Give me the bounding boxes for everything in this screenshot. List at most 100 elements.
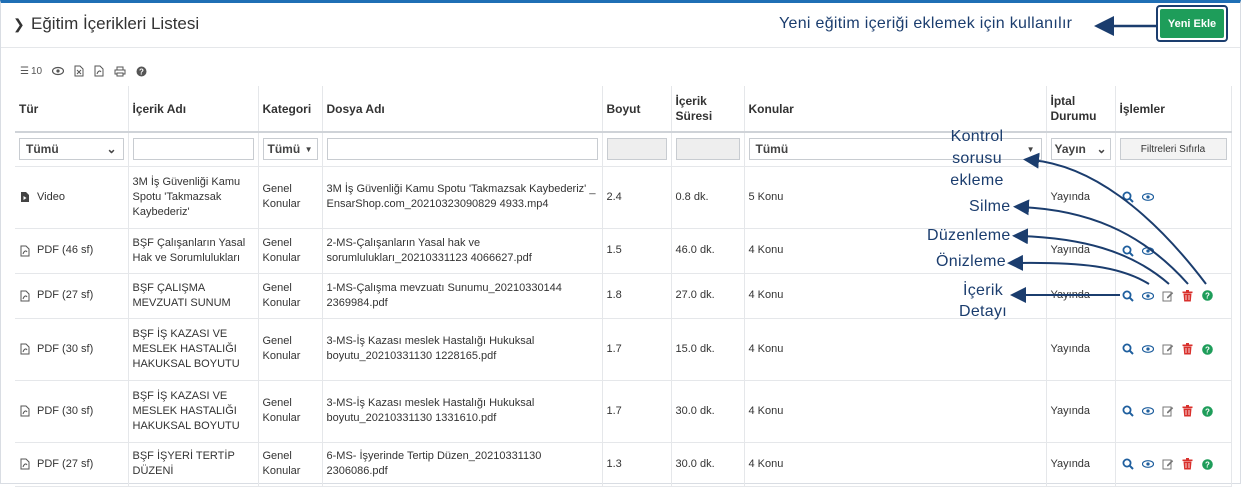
eye-icon[interactable] — [52, 66, 65, 76]
cell-topics: 4 Konu — [744, 442, 1047, 487]
col-type[interactable]: Tür — [15, 86, 129, 133]
add-new-button[interactable]: Yeni Ekle — [1160, 9, 1224, 38]
col-duration-line2: Süresi — [675, 108, 713, 123]
reset-filters-button[interactable]: Filtreleri Sıfırla — [1119, 138, 1227, 161]
type-label: PDF (27 sf) — [37, 289, 94, 301]
category-filter-select[interactable]: Tümü ▼ — [262, 138, 318, 161]
search-icon[interactable] — [1122, 290, 1134, 302]
search-icon[interactable] — [1122, 458, 1134, 470]
callout-detail-line2: Detayı — [958, 303, 1008, 320]
col-size[interactable]: Boyut — [602, 86, 672, 133]
cell-status: Yayında — [1046, 273, 1116, 319]
cell-category: Genel Konular — [258, 228, 323, 274]
edit-icon[interactable] — [1162, 343, 1174, 355]
eye-icon[interactable] — [1141, 405, 1154, 417]
trash-icon[interactable] — [1182, 343, 1194, 355]
trash-icon[interactable] — [1182, 405, 1194, 417]
cell-type: PDF (27 sf) — [15, 442, 129, 487]
table-row: Video 3M İş Güvenliği Kamu Spotu 'Takmazs… — [15, 166, 1232, 229]
list-icon: ☰ — [20, 65, 29, 77]
table-row: PDF (30 sf) BŞF İŞ KAZASI VE MESLEK HASTA… — [15, 318, 1232, 381]
eye-icon[interactable] — [1141, 290, 1154, 302]
page-size-control[interactable]: ☰ 10 — [20, 66, 42, 77]
col-duration[interactable]: İçerik Süresi — [671, 86, 745, 133]
table-row: PDF (27 sf) BŞF ÇALIŞMA MEVZUATI SUNUM Gen… — [15, 273, 1232, 319]
cell-name: BŞF İŞYERİ TERTİP DÜZENİ — [128, 442, 259, 487]
cell-type: PDF (30 sf) — [15, 380, 129, 443]
edit-icon[interactable] — [1162, 458, 1174, 470]
edit-icon[interactable] — [1162, 290, 1174, 302]
duration-filter-input[interactable] — [675, 138, 740, 161]
cell-status: Yayında — [1046, 442, 1116, 487]
cell-name: BŞF İŞ KAZASI VE MESLEK HASTALIĞI HAKUKS… — [128, 380, 259, 443]
callout-control-line2: sorusu — [952, 150, 1002, 167]
col-actions: İşlemler — [1115, 86, 1232, 133]
cell-file: 3-MS-İş Kazası meslek Hastalığı Hukuksal… — [322, 380, 603, 443]
col-category[interactable]: Kategori — [258, 86, 323, 133]
callout-preview: Önizleme — [936, 253, 1006, 270]
chevron-down-icon: ⌄ — [106, 142, 117, 157]
cell-duration: 30.0 dk. — [671, 380, 745, 443]
col-status[interactable]: İptal Durumu — [1046, 86, 1116, 133]
chevron-right-icon[interactable]: ❯ — [13, 16, 25, 33]
type-filter-select[interactable]: Tümü ⌄ — [19, 138, 124, 161]
cell-duration: 30.0 dk. — [671, 442, 745, 487]
name-filter-input[interactable] — [132, 138, 254, 161]
cell-file: 3-MS-İş Kazası meslek Hastalığı Hukuksal… — [322, 318, 603, 381]
cell-actions — [1115, 228, 1232, 274]
cell-status: Yayında — [1046, 166, 1116, 229]
help-circle-icon[interactable]: ? — [1202, 458, 1214, 470]
help-circle-icon[interactable]: ? — [1202, 343, 1214, 355]
status-filter-select[interactable]: Yayın ⌄ — [1050, 138, 1111, 161]
video-file-icon — [19, 191, 31, 203]
cell-duration: 46.0 dk. — [671, 228, 745, 274]
cell-type: PDF (30 sf) — [15, 318, 129, 381]
edit-icon[interactable] — [1162, 405, 1174, 417]
search-icon[interactable] — [1122, 191, 1134, 203]
table-header-row: Tür İçerik Adı Kategori Dosya Adı Boyut … — [15, 86, 1232, 133]
cell-type: PDF (46 sf) — [15, 228, 129, 274]
file-filter-input[interactable] — [326, 138, 598, 161]
type-filter-value: Tümü — [26, 142, 59, 157]
callout-control-question: Kontrol sorusu ekleme — [948, 126, 1006, 192]
pdf-icon[interactable] — [94, 65, 104, 77]
caret-down-icon: ▼ — [304, 144, 313, 154]
col-name[interactable]: İçerik Adı — [128, 86, 259, 133]
callout-delete: Silme — [969, 198, 1011, 215]
search-icon[interactable] — [1122, 405, 1134, 417]
print-icon[interactable] — [114, 66, 126, 77]
cell-actions: ? — [1115, 380, 1232, 443]
col-file[interactable]: Dosya Adı — [322, 86, 603, 133]
eye-icon[interactable] — [1141, 458, 1154, 470]
excel-icon[interactable] — [74, 65, 84, 77]
eye-icon[interactable] — [1141, 191, 1154, 203]
cell-duration: 0.8 dk. — [671, 166, 745, 229]
add-button-highlight: Yeni Ekle — [1156, 5, 1228, 42]
cell-duration: 27.0 dk. — [671, 273, 745, 319]
trash-icon[interactable] — [1182, 458, 1194, 470]
help-circle-icon[interactable]: ? — [1202, 405, 1214, 417]
cell-duration: 15.0 dk. — [671, 318, 745, 381]
callout-add: Yeni eğitim içeriği eklemek için kullanı… — [779, 15, 1073, 32]
status-filter-value: Yayın — [1054, 142, 1086, 157]
trash-icon[interactable] — [1182, 289, 1194, 302]
cell-category: Genel Konular — [258, 318, 323, 381]
callout-control-line3: ekleme — [950, 172, 1004, 189]
search-icon[interactable] — [1122, 245, 1134, 257]
cell-actions: ? — [1115, 318, 1232, 381]
help-icon[interactable]: ? — [136, 66, 147, 77]
cell-category: Genel Konular — [258, 442, 323, 487]
cell-actions: ? — [1115, 273, 1232, 319]
cell-status: Yayında — [1046, 318, 1116, 381]
cell-status: Yayında — [1046, 380, 1116, 443]
content-table: Tür İçerik Adı Kategori Dosya Adı Boyut … — [15, 86, 1232, 487]
cell-size: 1.7 — [602, 380, 672, 443]
help-circle-icon[interactable]: ? — [1202, 290, 1214, 302]
search-icon[interactable] — [1122, 343, 1134, 355]
eye-icon[interactable] — [1141, 343, 1154, 355]
eye-icon[interactable] — [1141, 245, 1154, 257]
cell-status: Yayında — [1046, 228, 1116, 274]
size-filter-input[interactable] — [606, 138, 667, 161]
cell-category: Genel Konular — [258, 273, 323, 319]
table-row: PDF (46 sf) BŞF Çalışanların Yasal Hak ve… — [15, 228, 1232, 274]
